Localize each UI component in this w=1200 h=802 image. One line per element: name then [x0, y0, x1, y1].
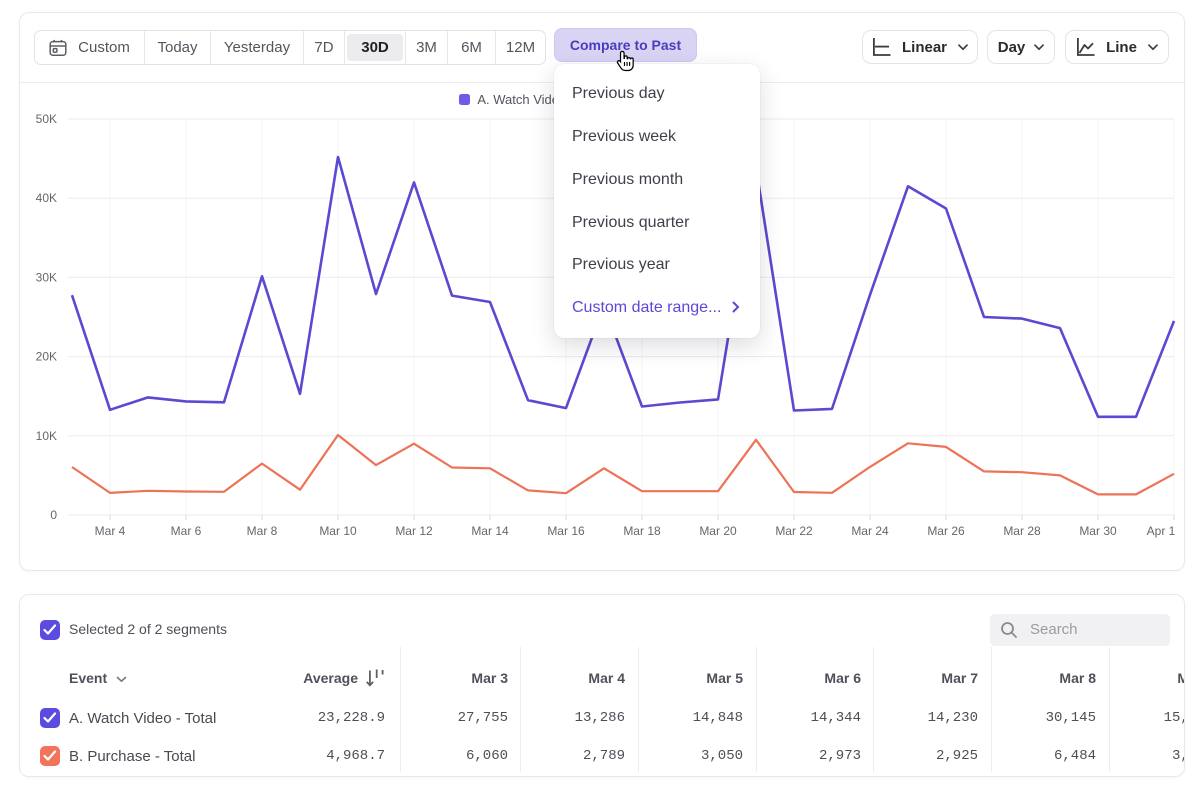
- svg-text:40K: 40K: [36, 191, 57, 205]
- svg-text:Mar 6: Mar 6: [171, 524, 202, 538]
- svg-text:30K: 30K: [36, 270, 57, 284]
- svg-text:Apr 1: Apr 1: [1147, 524, 1176, 538]
- svg-text:Mar 28: Mar 28: [1003, 524, 1041, 538]
- svg-text:Mar 16: Mar 16: [547, 524, 585, 538]
- svg-text:20K: 20K: [36, 350, 57, 364]
- svg-text:Mar 14: Mar 14: [471, 524, 509, 538]
- svg-text:Mar 26: Mar 26: [927, 524, 965, 538]
- svg-text:50K: 50K: [36, 112, 57, 126]
- svg-text:Mar 20: Mar 20: [699, 524, 737, 538]
- svg-text:Mar 4: Mar 4: [95, 524, 126, 538]
- svg-text:0: 0: [50, 508, 57, 522]
- svg-text:Mar 10: Mar 10: [319, 524, 357, 538]
- svg-text:10K: 10K: [36, 429, 57, 443]
- svg-text:Mar 18: Mar 18: [623, 524, 661, 538]
- svg-text:Mar 22: Mar 22: [775, 524, 813, 538]
- svg-text:Mar 8: Mar 8: [247, 524, 278, 538]
- svg-text:Mar 30: Mar 30: [1079, 524, 1117, 538]
- svg-text:Mar 24: Mar 24: [851, 524, 889, 538]
- svg-text:Mar 12: Mar 12: [395, 524, 433, 538]
